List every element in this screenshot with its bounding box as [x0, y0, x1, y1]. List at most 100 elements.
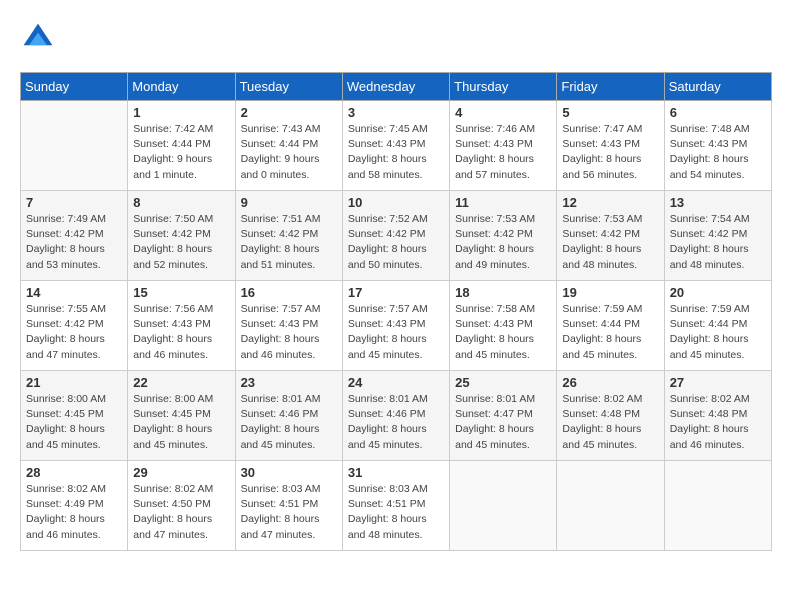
day-number: 17 [348, 285, 444, 300]
day-info: Sunrise: 7:52 AM Sunset: 4:42 PM Dayligh… [348, 212, 444, 273]
day-of-week-header: Friday [557, 73, 664, 101]
day-number: 11 [455, 195, 551, 210]
calendar-empty-cell [21, 101, 128, 191]
day-info: Sunrise: 7:56 AM Sunset: 4:43 PM Dayligh… [133, 302, 229, 363]
day-number: 8 [133, 195, 229, 210]
calendar-week-row: 14 Sunrise: 7:55 AM Sunset: 4:42 PM Dayli… [21, 281, 772, 371]
day-number: 29 [133, 465, 229, 480]
calendar-day-cell: 27Sunrise: 8:02 AM Sunset: 4:48 PM Dayli… [664, 371, 771, 461]
day-number: 9 [241, 195, 337, 210]
day-of-week-header: Thursday [450, 73, 557, 101]
day-number: 28 [26, 465, 122, 480]
day-info: Sunrise: 7:54 AM Sunset: 4:42 PM Dayligh… [670, 212, 766, 273]
calendar-day-cell: 12 Sunrise: 7:53 AM Sunset: 4:42 PM Dayli… [557, 191, 664, 281]
calendar-day-cell: 16 Sunrise: 7:57 AM Sunset: 4:43 PM Dayli… [235, 281, 342, 371]
day-number: 1 [133, 105, 229, 120]
day-number: 19 [562, 285, 658, 300]
calendar-day-cell: 15 Sunrise: 7:56 AM Sunset: 4:43 PM Dayli… [128, 281, 235, 371]
day-number: 7 [26, 195, 122, 210]
logo [20, 20, 60, 56]
day-info: Sunrise: 7:48 AM Sunset: 4:43 PM Dayligh… [670, 122, 766, 183]
day-number: 31 [348, 465, 444, 480]
calendar-day-cell: 10 Sunrise: 7:52 AM Sunset: 4:42 PM Dayli… [342, 191, 449, 281]
day-number: 12 [562, 195, 658, 210]
day-of-week-header: Monday [128, 73, 235, 101]
calendar-day-cell: 9 Sunrise: 7:51 AM Sunset: 4:42 PM Daylig… [235, 191, 342, 281]
day-info: Sunrise: 8:00 AM Sunset: 4:45 PM Dayligh… [133, 392, 229, 453]
calendar-day-cell: 14 Sunrise: 7:55 AM Sunset: 4:42 PM Dayli… [21, 281, 128, 371]
calendar-day-cell: 3Sunrise: 7:45 AM Sunset: 4:43 PM Daylig… [342, 101, 449, 191]
calendar-day-cell: 30Sunrise: 8:03 AM Sunset: 4:51 PM Dayli… [235, 461, 342, 551]
day-of-week-header: Sunday [21, 73, 128, 101]
day-of-week-header: Tuesday [235, 73, 342, 101]
day-info: Sunrise: 7:58 AM Sunset: 4:43 PM Dayligh… [455, 302, 551, 363]
day-number: 22 [133, 375, 229, 390]
calendar-day-cell: 21Sunrise: 8:00 AM Sunset: 4:45 PM Dayli… [21, 371, 128, 461]
calendar-empty-cell [557, 461, 664, 551]
day-info: Sunrise: 7:51 AM Sunset: 4:42 PM Dayligh… [241, 212, 337, 273]
day-number: 18 [455, 285, 551, 300]
day-number: 26 [562, 375, 658, 390]
calendar-day-cell: 4 Sunrise: 7:46 AM Sunset: 4:43 PM Daylig… [450, 101, 557, 191]
page-header [20, 20, 772, 56]
day-info: Sunrise: 7:55 AM Sunset: 4:42 PM Dayligh… [26, 302, 122, 363]
day-of-week-header: Wednesday [342, 73, 449, 101]
calendar-day-cell: 20Sunrise: 7:59 AM Sunset: 4:44 PM Dayli… [664, 281, 771, 371]
day-info: Sunrise: 7:59 AM Sunset: 4:44 PM Dayligh… [562, 302, 658, 363]
day-info: Sunrise: 7:43 AM Sunset: 4:44 PM Dayligh… [241, 122, 337, 183]
day-number: 2 [241, 105, 337, 120]
calendar-day-cell: 28 Sunrise: 8:02 AM Sunset: 4:49 PM Dayli… [21, 461, 128, 551]
calendar-day-cell: 7 Sunrise: 7:49 AM Sunset: 4:42 PM Daylig… [21, 191, 128, 281]
calendar-day-cell: 26 Sunrise: 8:02 AM Sunset: 4:48 PM Dayli… [557, 371, 664, 461]
day-info: Sunrise: 7:46 AM Sunset: 4:43 PM Dayligh… [455, 122, 551, 183]
logo-icon [20, 20, 56, 56]
calendar-empty-cell [664, 461, 771, 551]
calendar-table: SundayMondayTuesdayWednesdayThursdayFrid… [20, 72, 772, 551]
day-info: Sunrise: 7:45 AM Sunset: 4:43 PM Dayligh… [348, 122, 444, 183]
day-number: 27 [670, 375, 766, 390]
day-info: Sunrise: 7:57 AM Sunset: 4:43 PM Dayligh… [348, 302, 444, 363]
day-info: Sunrise: 8:02 AM Sunset: 4:49 PM Dayligh… [26, 482, 122, 543]
day-number: 23 [241, 375, 337, 390]
calendar-week-row: 28 Sunrise: 8:02 AM Sunset: 4:49 PM Dayli… [21, 461, 772, 551]
calendar-day-cell: 31 Sunrise: 8:03 AM Sunset: 4:51 PM Dayli… [342, 461, 449, 551]
day-number: 5 [562, 105, 658, 120]
day-number: 16 [241, 285, 337, 300]
calendar-day-cell: 25Sunrise: 8:01 AM Sunset: 4:47 PM Dayli… [450, 371, 557, 461]
day-info: Sunrise: 8:01 AM Sunset: 4:46 PM Dayligh… [241, 392, 337, 453]
day-number: 6 [670, 105, 766, 120]
day-number: 10 [348, 195, 444, 210]
day-info: Sunrise: 8:03 AM Sunset: 4:51 PM Dayligh… [241, 482, 337, 543]
calendar-day-cell: 22 Sunrise: 8:00 AM Sunset: 4:45 PM Dayli… [128, 371, 235, 461]
day-number: 20 [670, 285, 766, 300]
calendar-day-cell: 19 Sunrise: 7:59 AM Sunset: 4:44 PM Dayli… [557, 281, 664, 371]
calendar-day-cell: 13Sunrise: 7:54 AM Sunset: 4:42 PM Dayli… [664, 191, 771, 281]
day-info: Sunrise: 8:01 AM Sunset: 4:46 PM Dayligh… [348, 392, 444, 453]
day-info: Sunrise: 7:42 AM Sunset: 4:44 PM Dayligh… [133, 122, 229, 183]
day-info: Sunrise: 7:53 AM Sunset: 4:42 PM Dayligh… [562, 212, 658, 273]
calendar-week-row: 21Sunrise: 8:00 AM Sunset: 4:45 PM Dayli… [21, 371, 772, 461]
day-number: 14 [26, 285, 122, 300]
calendar-day-cell: 18 Sunrise: 7:58 AM Sunset: 4:43 PM Dayli… [450, 281, 557, 371]
calendar-day-cell: 17 Sunrise: 7:57 AM Sunset: 4:43 PM Dayli… [342, 281, 449, 371]
calendar-week-row: 1 Sunrise: 7:42 AM Sunset: 4:44 PM Daylig… [21, 101, 772, 191]
calendar-week-row: 7 Sunrise: 7:49 AM Sunset: 4:42 PM Daylig… [21, 191, 772, 281]
day-info: Sunrise: 7:49 AM Sunset: 4:42 PM Dayligh… [26, 212, 122, 273]
day-info: Sunrise: 8:02 AM Sunset: 4:50 PM Dayligh… [133, 482, 229, 543]
day-number: 25 [455, 375, 551, 390]
day-number: 4 [455, 105, 551, 120]
calendar-header-row: SundayMondayTuesdayWednesdayThursdayFrid… [21, 73, 772, 101]
calendar-day-cell: 29 Sunrise: 8:02 AM Sunset: 4:50 PM Dayli… [128, 461, 235, 551]
day-info: Sunrise: 7:47 AM Sunset: 4:43 PM Dayligh… [562, 122, 658, 183]
calendar-day-cell: 2 Sunrise: 7:43 AM Sunset: 4:44 PM Daylig… [235, 101, 342, 191]
day-number: 15 [133, 285, 229, 300]
day-info: Sunrise: 8:03 AM Sunset: 4:51 PM Dayligh… [348, 482, 444, 543]
calendar-day-cell: 11Sunrise: 7:53 AM Sunset: 4:42 PM Dayli… [450, 191, 557, 281]
calendar-day-cell: 8Sunrise: 7:50 AM Sunset: 4:42 PM Daylig… [128, 191, 235, 281]
calendar-day-cell: 23 Sunrise: 8:01 AM Sunset: 4:46 PM Dayli… [235, 371, 342, 461]
day-info: Sunrise: 7:57 AM Sunset: 4:43 PM Dayligh… [241, 302, 337, 363]
day-info: Sunrise: 8:02 AM Sunset: 4:48 PM Dayligh… [562, 392, 658, 453]
day-of-week-header: Saturday [664, 73, 771, 101]
calendar-day-cell: 5 Sunrise: 7:47 AM Sunset: 4:43 PM Daylig… [557, 101, 664, 191]
calendar-day-cell: 6 Sunrise: 7:48 AM Sunset: 4:43 PM Daylig… [664, 101, 771, 191]
